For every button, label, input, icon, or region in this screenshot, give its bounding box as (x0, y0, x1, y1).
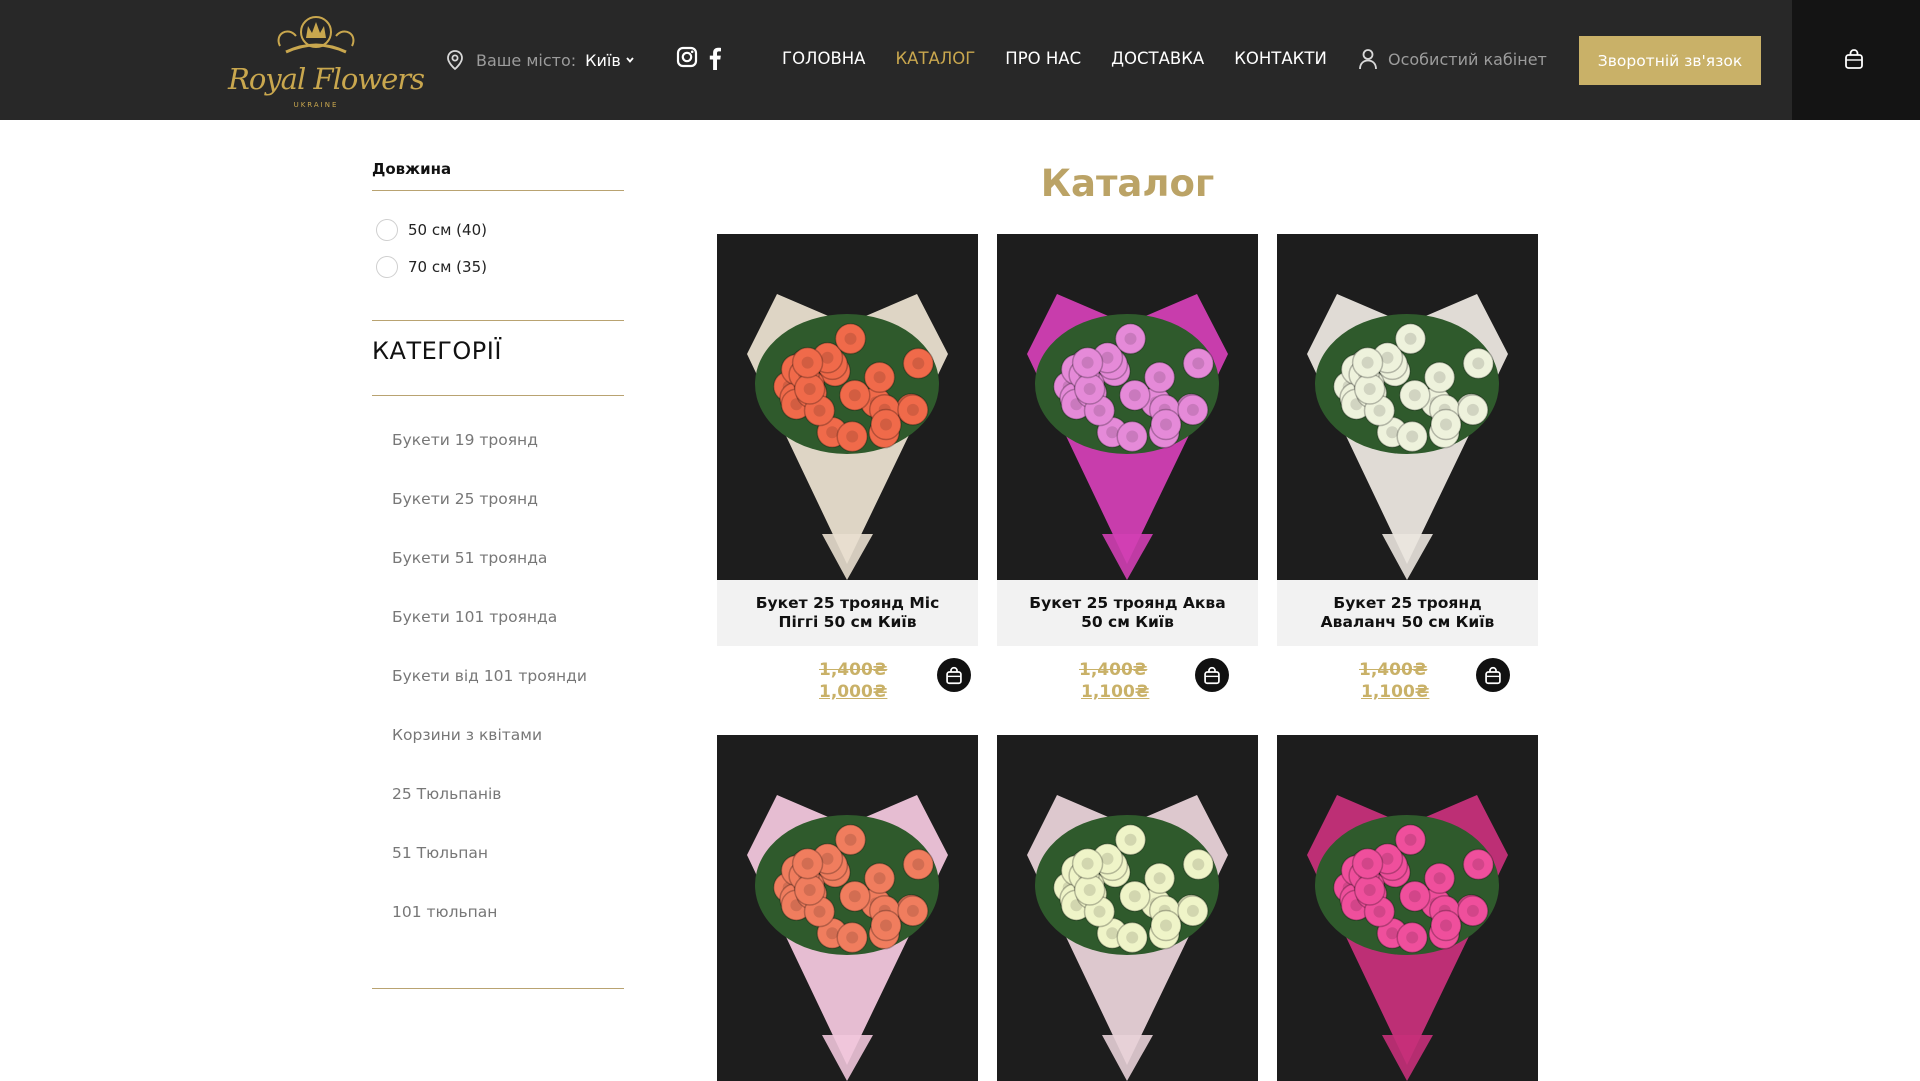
category-link-25-roses[interactable]: Букети 25 троянд (372, 489, 624, 548)
categories-title: КАТЕГОРІЇ (372, 337, 502, 365)
product-photo[interactable] (717, 234, 978, 580)
product-photo[interactable] (1277, 234, 1538, 580)
product-name[interactable]: Букет 25 троянд Міс Піггі 50 см Київ (717, 580, 978, 646)
location-pin-icon (447, 50, 463, 71)
nav-home[interactable]: ГОЛОВНА (782, 49, 865, 68)
site-header: Royal Flowers UKRAINE Ваше місто: Київ Г… (0, 0, 1920, 120)
old-price: 1,400₴ (819, 660, 888, 680)
category-link-19-roses[interactable]: Букети 19 троянд (372, 430, 624, 489)
account-link[interactable]: Особистий кабінет (1358, 48, 1547, 70)
category-link-from-101-roses[interactable]: Букети від 101 троянди (372, 666, 624, 725)
old-price: 1,400₴ (1359, 660, 1428, 680)
logo-subtitle: UKRAINE (293, 101, 339, 109)
bouquet-illustration (997, 735, 1258, 1081)
main-navigation: ГОЛОВНА КАТАЛОГ ПРО НАС ДОСТАВКА КОНТАКТ… (782, 49, 1327, 68)
nav-contacts[interactable]: КОНТАКТИ (1234, 49, 1327, 68)
product-name[interactable]: Букет 25 троянд Аваланч 50 см Київ (1277, 580, 1538, 646)
add-to-cart-button[interactable] (1195, 658, 1229, 692)
bouquet-illustration (717, 234, 978, 580)
price-row: 1,400₴ 1,100₴ (997, 646, 1258, 708)
radio-button[interactable] (376, 218, 398, 241)
length-option-50[interactable]: 50 см (40) (372, 211, 624, 248)
crown-emblem-icon (277, 16, 355, 54)
length-option-label: 50 см (40) (408, 220, 487, 239)
product-card (997, 735, 1258, 1081)
catalog-title: Каталог (1040, 162, 1215, 205)
bouquet-illustration (997, 234, 1258, 580)
category-link-baskets[interactable]: Корзини з квітами (372, 725, 624, 784)
product-card (1277, 735, 1538, 1081)
price-row: 1,400₴ 1,100₴ (1277, 646, 1538, 708)
product-photo[interactable] (997, 234, 1258, 580)
chevron-down-icon[interactable] (625, 55, 635, 65)
divider (372, 190, 624, 191)
bouquet-illustration (1277, 735, 1538, 1081)
city-value[interactable]: Київ (585, 51, 621, 70)
filter-sidebar: Довжина 50 см (40) 70 см (35) КАТЕГОРІЇ … (372, 160, 624, 989)
sale-price: 1,100₴ (1081, 682, 1150, 702)
product-card: Букет 25 троянд Міс Піггі 50 см Київ 1,4… (717, 234, 978, 708)
length-filter-title: Довжина (372, 160, 452, 178)
user-icon (1359, 49, 1377, 70)
nav-about[interactable]: ПРО НАС (1005, 49, 1081, 68)
radio-button[interactable] (376, 255, 398, 278)
city-selector[interactable]: Ваше місто: Київ (444, 48, 635, 72)
category-link-101-tulips[interactable]: 101 тюльпан (372, 902, 624, 961)
sale-price: 1,100₴ (1361, 682, 1430, 702)
length-option-70[interactable]: 70 см (35) (372, 248, 624, 285)
add-to-cart-button[interactable] (1476, 658, 1510, 692)
callback-button[interactable]: Зворотній зв'язок (1579, 36, 1761, 85)
account-label: Особистий кабінет (1388, 49, 1547, 69)
product-card: Букет 25 троянд Аваланч 50 см Київ 1,400… (1277, 234, 1538, 708)
shopping-bag-icon (1485, 666, 1501, 684)
product-photo[interactable] (997, 735, 1258, 1081)
length-option-label: 70 см (35) (408, 257, 487, 276)
divider (372, 988, 624, 989)
product-card: Букет 25 троянд Аква 50 см Київ 1,400₴ 1… (997, 234, 1258, 708)
bouquet-illustration (717, 735, 978, 1081)
bouquet-illustration (1277, 234, 1538, 580)
category-link-25-tulips[interactable]: 25 Тюльпанів (372, 784, 624, 843)
sale-price: 1,000₴ (819, 682, 888, 702)
shopping-bag-icon (1845, 49, 1863, 69)
category-link-51-roses[interactable]: Букети 51 троянда (372, 548, 624, 607)
product-card (717, 735, 978, 1081)
nav-delivery[interactable]: ДОСТАВКА (1111, 49, 1204, 68)
product-photo[interactable] (1277, 735, 1538, 1081)
category-link-51-tulips[interactable]: 51 Тюльпан (372, 843, 624, 902)
shopping-bag-icon (946, 666, 962, 684)
old-price: 1,400₴ (1079, 660, 1148, 680)
logo-wordmark: Royal Flowers (228, 62, 425, 96)
product-name[interactable]: Букет 25 троянд Аква 50 см Київ (997, 580, 1258, 646)
city-label: Ваше місто: (476, 50, 577, 70)
nav-catalog[interactable]: КАТАЛОГ (895, 49, 975, 68)
cart-button[interactable] (1792, 0, 1920, 120)
royal-flowers-logo[interactable]: Royal Flowers UKRAINE (228, 6, 425, 112)
facebook-icon[interactable] (708, 46, 722, 70)
instagram-icon[interactable] (676, 46, 698, 68)
category-link-101-roses[interactable]: Букети 101 троянда (372, 607, 624, 666)
shopping-bag-icon (1204, 666, 1220, 684)
category-list: Букети 19 троянд Букети 25 троянд Букети… (372, 396, 624, 988)
product-photo[interactable] (717, 735, 978, 1081)
price-row: 1,400₴ 1,000₴ (717, 646, 978, 708)
add-to-cart-button[interactable] (937, 658, 971, 692)
